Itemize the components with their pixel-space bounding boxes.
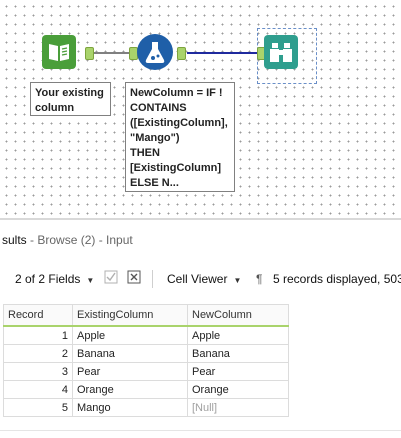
cell-existing: Mango (72, 398, 188, 417)
deselect-icon[interactable] (127, 270, 141, 287)
input-output-anchor[interactable] (85, 47, 94, 60)
input-tool[interactable] (42, 35, 76, 69)
cell-record: 3 (3, 362, 73, 381)
cell-new: Orange (187, 380, 289, 399)
cell-new: Apple (187, 325, 289, 345)
results-toolbar: 2 of 2 Fields ▼ Cell Viewer ▼ ¶ 5 records … (0, 262, 401, 296)
fields-label: 2 of 2 Fields (15, 272, 81, 286)
pilcrow-icon[interactable]: ¶ (256, 272, 262, 286)
results-grid: Record ExistingColumn NewColumn 1 Apple … (3, 304, 289, 417)
header-record[interactable]: Record (3, 304, 73, 327)
book-icon (49, 44, 69, 61)
table-row[interactable]: 3 Pear Pear (3, 362, 289, 381)
formula-tool[interactable] (137, 34, 173, 70)
browse-tool[interactable] (264, 35, 298, 69)
header-existing-column[interactable]: ExistingColumn (72, 304, 188, 327)
records-count: 5 records displayed, 503 (273, 272, 401, 286)
cell-existing: Orange (72, 380, 188, 399)
check-icon[interactable] (104, 270, 118, 287)
chevron-down-icon: ▼ (233, 276, 242, 285)
table-row[interactable]: 5 Mango [Null] (3, 398, 289, 417)
formula-annotation: NewColumn = IF ! CONTAINS ([ExistingColu… (125, 82, 235, 192)
cell-record: 5 (3, 398, 73, 417)
binoculars-icon (270, 43, 292, 62)
formula-output-anchor[interactable] (177, 47, 186, 60)
cell-new: Banana (187, 344, 289, 363)
results-subtitle: - Browse (2) - Input (26, 233, 133, 247)
header-new-column[interactable]: NewColumn (187, 304, 289, 327)
cell-new: [Null] (187, 398, 289, 417)
workflow-canvas[interactable]: Your existing column NewColumn = IF ! CO… (0, 0, 401, 218)
cell-viewer-dropdown[interactable]: Cell Viewer ▼ (167, 272, 241, 286)
table-row[interactable]: 1 Apple Apple (3, 325, 289, 345)
table-row[interactable]: 2 Banana Banana (3, 344, 289, 363)
cell-record: 4 (3, 380, 73, 399)
cell-viewer-label: Cell Viewer (167, 272, 228, 286)
fields-dropdown[interactable]: 2 of 2 Fields ▼ (15, 272, 94, 286)
cell-record: 2 (3, 344, 73, 363)
grid-header-row: Record ExistingColumn NewColumn (3, 304, 289, 327)
panel-bottom-border (0, 430, 401, 431)
flask-icon (145, 42, 165, 63)
toolbar-divider (152, 270, 153, 288)
table-row[interactable]: 4 Orange Orange (3, 380, 289, 399)
cell-existing: Pear (72, 362, 188, 381)
cell-new: Pear (187, 362, 289, 381)
chevron-down-icon: ▼ (86, 276, 95, 285)
cell-existing: Banana (72, 344, 188, 363)
results-title: sults (2, 233, 27, 247)
panel-splitter[interactable] (0, 218, 401, 220)
input-annotation: Your existing column (30, 82, 111, 116)
results-header: sults - Browse (2) - Input (0, 228, 401, 252)
cell-record: 1 (3, 325, 73, 345)
cell-existing: Apple (72, 325, 188, 345)
